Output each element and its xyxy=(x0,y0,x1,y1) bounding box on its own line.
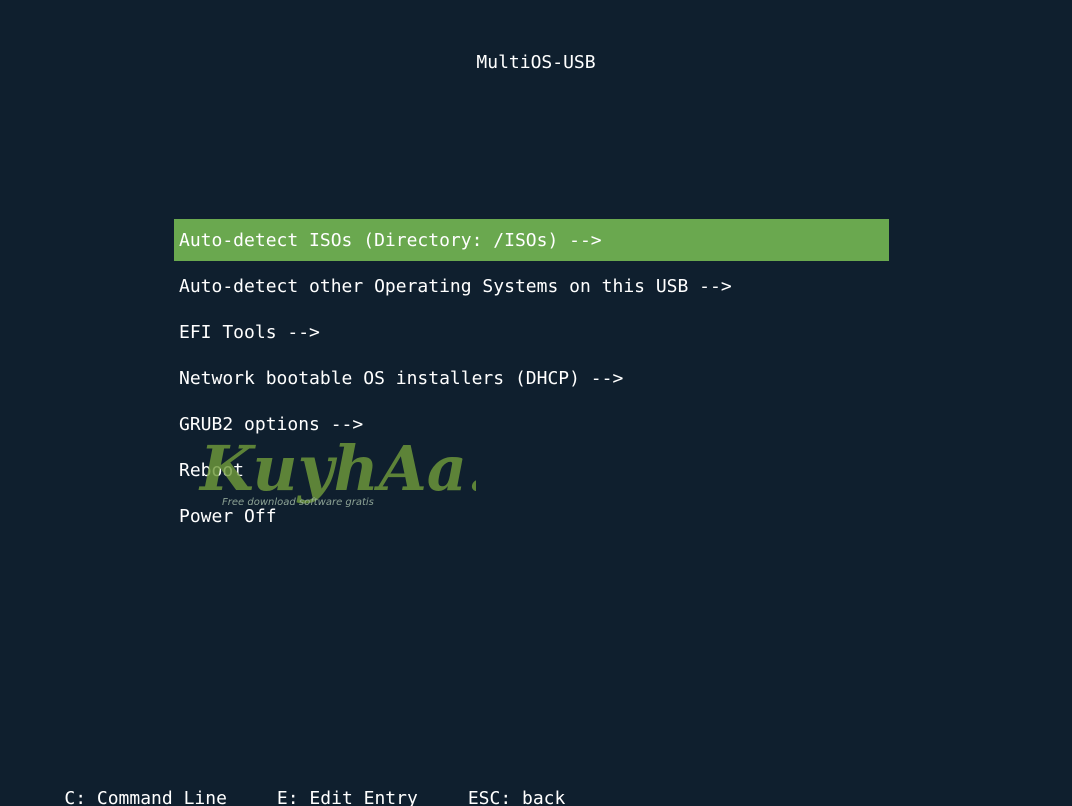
grub-boot-screen: MultiOS-USB Auto-detect ISOs (Directory:… xyxy=(0,0,1072,806)
menu-item-auto-detect-isos[interactable]: Auto-detect ISOs (Directory: /ISOs) --> xyxy=(174,219,889,261)
hint-command-line: C: Command Line xyxy=(64,788,227,806)
menu-item-power-off[interactable]: Power Off xyxy=(174,495,889,537)
menu-item-grub2-options[interactable]: GRUB2 options --> xyxy=(174,403,889,445)
menu-item-reboot[interactable]: Reboot xyxy=(174,449,889,491)
hint-edit-entry: E: Edit Entry xyxy=(276,788,418,806)
menu-item-efi-tools[interactable]: EFI Tools --> xyxy=(174,311,889,353)
boot-menu: Auto-detect ISOs (Directory: /ISOs) --> … xyxy=(174,219,889,541)
hint-back: ESC: back xyxy=(467,788,566,806)
menu-item-network-installers[interactable]: Network bootable OS installers (DHCP) --… xyxy=(174,357,889,399)
menu-item-auto-detect-other-os[interactable]: Auto-detect other Operating Systems on t… xyxy=(174,265,889,307)
boot-menu-title: MultiOS-USB xyxy=(476,52,596,73)
key-hints: C: Command Line E: Edit Entry ESC: back xyxy=(21,760,615,806)
